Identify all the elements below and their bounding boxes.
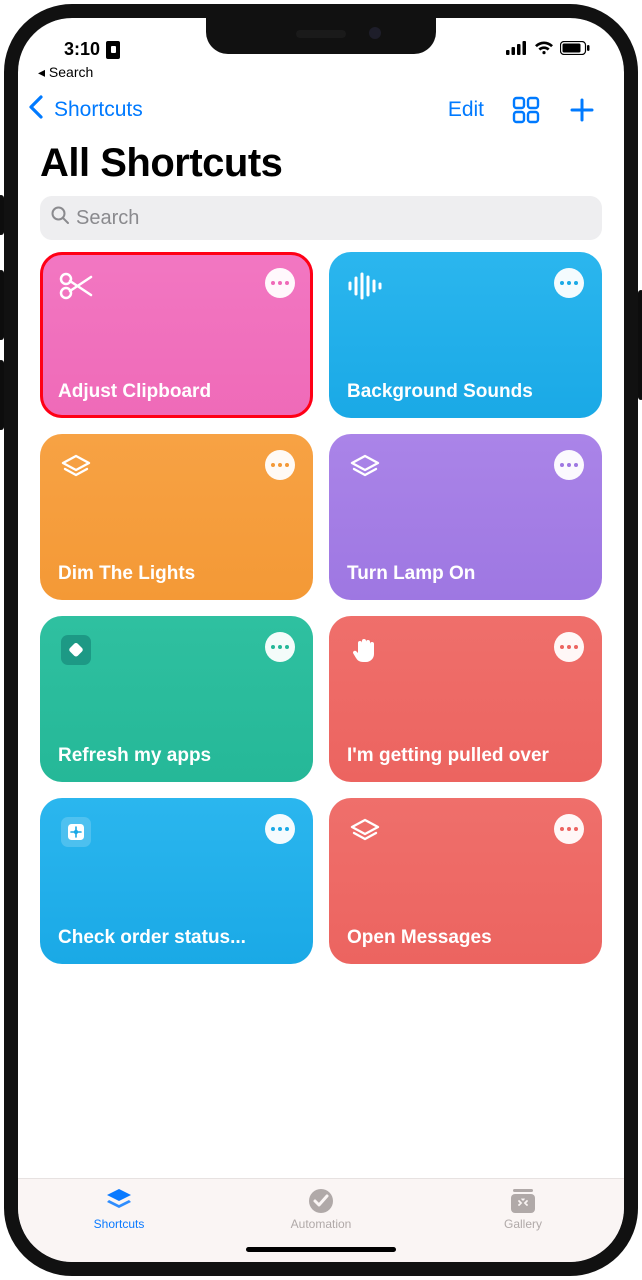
shortcut-tile[interactable]: Background Sounds [329, 252, 602, 418]
shortcut-tile[interactable]: Check order status... [40, 798, 313, 964]
page-title: All Shortcuts [40, 141, 602, 186]
shortcut-tile[interactable]: Turn Lamp On [329, 434, 602, 600]
tile-label: Turn Lamp On [347, 563, 584, 586]
tile-more-button[interactable] [265, 814, 295, 844]
grid-view-button[interactable] [502, 92, 550, 128]
nav-bar: Shortcuts Edit [18, 85, 624, 135]
tab-automation[interactable]: Automation [261, 1187, 381, 1231]
phone-frame: 3:10 ◂ Search [4, 4, 638, 1276]
tile-label: Background Sounds [347, 381, 584, 404]
tile-more-button[interactable] [554, 814, 584, 844]
search-input[interactable]: Search [40, 196, 602, 240]
tab-label: Gallery [504, 1217, 542, 1231]
cellular-icon [506, 39, 528, 60]
status-time: 3:10 [64, 39, 100, 60]
tile-label: Open Messages [347, 927, 584, 950]
shortcut-tile[interactable]: Refresh my apps [40, 616, 313, 782]
tile-more-button[interactable] [554, 450, 584, 480]
tile-more-button[interactable] [265, 268, 295, 298]
tile-label: I'm getting pulled over [347, 745, 584, 768]
home-indicator[interactable] [246, 1247, 396, 1252]
diamond-icon [58, 632, 94, 668]
layers-icon [58, 450, 94, 486]
shortcuts-tab-icon [104, 1187, 134, 1215]
battery-icon [560, 39, 590, 60]
back-chevron-icon[interactable] [26, 93, 46, 127]
tile-more-button[interactable] [265, 632, 295, 662]
appstore-icon [58, 814, 94, 850]
tab-label: Shortcuts [94, 1217, 145, 1231]
shortcut-tile[interactable]: Adjust Clipboard [40, 252, 313, 418]
power-button [638, 290, 642, 400]
notch [206, 18, 436, 54]
back-to-search-breadcrumb[interactable]: ◂ Search [18, 62, 624, 85]
tile-more-button[interactable] [554, 632, 584, 662]
tile-label: Refresh my apps [58, 745, 295, 768]
scissors-icon [58, 268, 94, 304]
search-placeholder: Search [76, 207, 139, 230]
hand-icon [347, 632, 383, 668]
tile-more-button[interactable] [554, 268, 584, 298]
tile-more-button[interactable] [265, 450, 295, 480]
wifi-icon [534, 39, 554, 60]
tile-label: Dim The Lights [58, 563, 295, 586]
tile-label: Adjust Clipboard [58, 381, 295, 404]
title-area: All Shortcuts [18, 135, 624, 196]
tab-label: Automation [291, 1217, 352, 1231]
shortcut-tile[interactable]: I'm getting pulled over [329, 616, 602, 782]
tab-gallery[interactable]: Gallery [463, 1187, 583, 1231]
tab-shortcuts[interactable]: Shortcuts [59, 1187, 179, 1231]
layers-icon [347, 450, 383, 486]
shortcut-tile[interactable]: Dim The Lights [40, 434, 313, 600]
waveform-icon [347, 268, 383, 304]
search-icon [50, 205, 70, 231]
layers-icon [347, 814, 383, 850]
gallery-tab-icon [508, 1187, 538, 1215]
sim-icon [106, 41, 120, 59]
shortcut-tile[interactable]: Open Messages [329, 798, 602, 964]
nav-back-label[interactable]: Shortcuts [54, 98, 143, 122]
tile-label: Check order status... [58, 927, 295, 950]
shortcuts-grid-area[interactable]: Adjust Clipboard Background Sounds Dim The… [18, 252, 624, 1178]
edit-button[interactable]: Edit [438, 92, 494, 128]
add-button[interactable] [558, 92, 606, 128]
automation-tab-icon [306, 1187, 336, 1215]
